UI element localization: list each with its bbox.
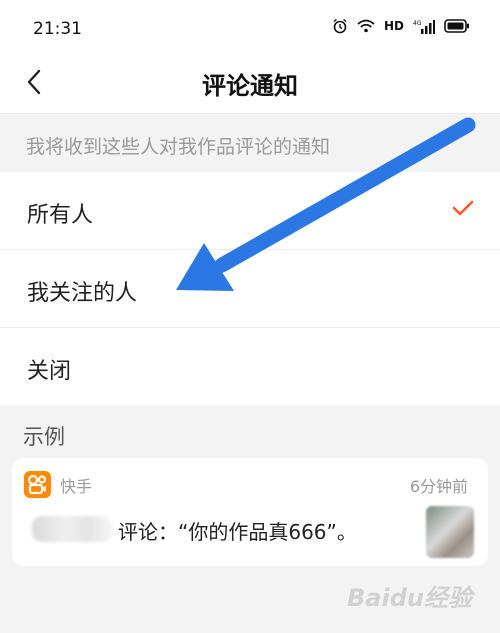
alarm-icon	[333, 18, 347, 34]
checkmark-icon	[452, 200, 474, 216]
baidu-watermark: Baidu经验	[347, 584, 472, 612]
option-following[interactable]: 我关注的人	[0, 250, 500, 328]
page-title: 评论通知	[202, 72, 298, 100]
section-hint: 我将收到这些人对我作品评论的通知	[0, 114, 500, 172]
nav-bar: 评论通知	[0, 56, 500, 114]
option-list: 所有人 我关注的人 关闭	[0, 172, 500, 405]
option-everyone[interactable]: 所有人	[0, 172, 500, 250]
wifi-icon	[357, 19, 375, 33]
network-type-label: HD	[383, 19, 404, 33]
option-label: 关闭	[27, 359, 72, 384]
kuaishou-app-icon	[24, 471, 51, 498]
status-icons: HD 4G	[332, 18, 470, 34]
example-header: 示例	[23, 425, 65, 449]
blurred-username	[32, 516, 112, 542]
option-label: 所有人	[27, 203, 94, 228]
battery-icon	[444, 19, 469, 33]
app-name: 快手	[60, 477, 93, 496]
svg-text:4G: 4G	[413, 20, 422, 27]
blurred-thumbnail	[426, 506, 474, 558]
signal-icon: 4G	[413, 19, 435, 34]
status-bar: 21:31 HD 4G	[0, 0, 500, 56]
comment-text: 评论：“你的作品真666”。	[118, 520, 357, 544]
notification-time: 6分钟前	[409, 477, 468, 496]
status-time: 21:31	[33, 19, 82, 39]
hint-text: 我将收到这些人对我作品评论的通知	[26, 136, 331, 158]
example-notification-card: 快手 6分钟前 评论：“你的作品真666”。	[12, 458, 488, 566]
option-label: 我关注的人	[27, 281, 138, 306]
option-off[interactable]: 关闭	[0, 328, 500, 405]
